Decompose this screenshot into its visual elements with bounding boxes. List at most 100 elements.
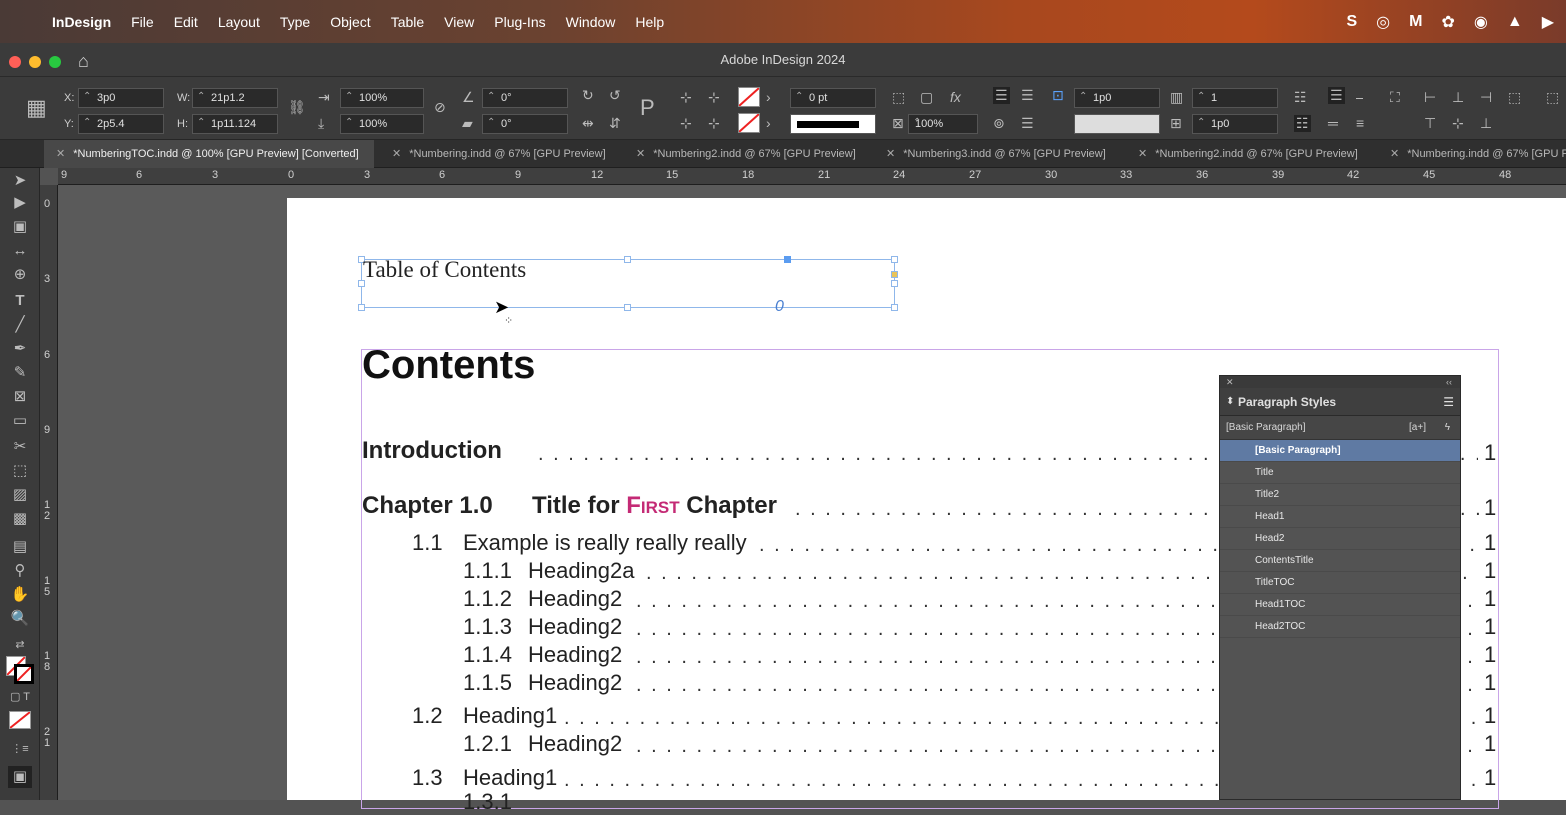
fill-arrow-icon[interactable]: › [766, 89, 771, 105]
page-tool-icon[interactable]: ▣ [8, 216, 32, 238]
justify-text-icon[interactable]: ☰ [1021, 115, 1034, 132]
align-top-icon[interactable]: ☰ [1328, 87, 1345, 104]
m-icon[interactable]: M [1409, 13, 1422, 31]
select-content-icon[interactable]: ⊹ [680, 115, 692, 132]
apply-none-swatch[interactable] [9, 711, 31, 729]
opacity-field[interactable]: 100% [908, 114, 978, 134]
frame-handle[interactable] [891, 280, 898, 287]
style-item[interactable]: Title2 [1220, 484, 1460, 506]
tab-numbering[interactable]: ✕ *Numbering.indd @ 67% [GPU Preview] [380, 140, 620, 168]
list-selected-icon[interactable]: ☷ [1294, 115, 1311, 132]
horizontal-ruler[interactable]: 9 6 3 0 3 6 9 12 15 18 21 24 27 30 33 36… [58, 168, 1566, 185]
direct-selection-tool-icon[interactable]: ▶ [8, 192, 32, 214]
frame-handle[interactable] [891, 256, 898, 263]
constrain-proportions-icon[interactable]: ⛓ [288, 99, 306, 116]
menu-table[interactable]: Table [391, 14, 424, 30]
list-icon[interactable]: ☷ [1294, 89, 1307, 106]
panel-expand-icon[interactable]: ⬍ [1226, 388, 1234, 416]
rotate-ccw-icon[interactable]: ↺ [609, 87, 621, 104]
more-icon[interactable]: ⬚ [1546, 89, 1559, 106]
gradient-swatch-tool-icon[interactable]: ▨ [8, 484, 32, 506]
corner-options-icon[interactable]: ⬚ [892, 89, 905, 106]
tab-numbering2-b[interactable]: ✕ *Numbering2.indd @ 67% [GPU Preview] [1126, 140, 1372, 168]
new-style-group-icon[interactable]: [a+] [1409, 416, 1426, 440]
style-item[interactable]: Head1 [1220, 506, 1460, 528]
screen-mode-icon[interactable]: ⋮≡ [8, 738, 32, 760]
scale-y-field[interactable]: 100% [340, 114, 424, 134]
align-bottom-edges-icon[interactable]: ⊥ [1480, 115, 1492, 132]
menu-object[interactable]: Object [330, 14, 370, 30]
selection-tool-icon[interactable]: ➤ [8, 170, 32, 192]
menu-type[interactable]: Type [280, 14, 310, 30]
play-icon[interactable]: ▶ [1542, 12, 1554, 32]
panel-tab[interactable]: ⬍ Paragraph Styles ☰ [1220, 388, 1460, 416]
close-tab-icon[interactable]: ✕ [886, 148, 895, 160]
tab-numbering2[interactable]: ✕ *Numbering2.indd @ 67% [GPU Preview] [624, 140, 870, 168]
align-bottom-icon[interactable]: ⎯ [1356, 89, 1363, 106]
rectangle-tool-icon[interactable]: ▭ [8, 410, 32, 432]
zoom-window-button[interactable] [49, 56, 61, 68]
collapse-panel-icon[interactable]: ‹‹ [1446, 376, 1452, 388]
text-wrap-icon[interactable]: ⊚ [993, 115, 1005, 132]
reference-point-icon[interactable]: ▦ [26, 95, 47, 121]
close-tab-icon[interactable]: ✕ [636, 148, 645, 160]
align-left-edges-icon[interactable]: ⊢ [1424, 89, 1436, 106]
eyedropper-tool-icon[interactable]: ⚲ [8, 560, 32, 582]
preview-mode-icon[interactable]: ▣ [8, 766, 32, 788]
align-middle-icon[interactable]: ═ [1328, 115, 1338, 131]
hand-tool-icon[interactable]: ✋ [8, 584, 32, 606]
close-tab-icon[interactable]: ✕ [56, 148, 65, 160]
menu-app[interactable]: InDesign [52, 14, 111, 30]
style-item[interactable]: Head2 [1220, 528, 1460, 550]
tab-numbering3[interactable]: ✕ *Numbering3.indd @ 67% [GPU Preview] [874, 140, 1120, 168]
gift-icon[interactable]: ✿ [1441, 12, 1454, 32]
vertical-ruler[interactable]: 0 3 6 9 1 2 1 5 1 8 2 1 [40, 185, 58, 800]
menu-view[interactable]: View [444, 14, 474, 30]
select-all-icon[interactable]: ⛶ [1390, 89, 1400, 106]
warning-icon[interactable]: ▲ [1507, 13, 1523, 31]
flip-vertical-icon[interactable]: ⇵ [609, 115, 621, 132]
style-item[interactable]: Title [1220, 462, 1460, 484]
free-transform-tool-icon[interactable]: ⬚ [8, 460, 32, 482]
pencil-tool-icon[interactable]: ✎ [8, 362, 32, 384]
select-container-icon[interactable]: ⊹ [680, 89, 692, 106]
rotate-field[interactable]: 0° [482, 88, 568, 108]
rectangle-frame-tool-icon[interactable]: ⊠ [8, 386, 32, 408]
style-item[interactable]: ContentsTitle [1220, 550, 1460, 572]
tab-numbering-b[interactable]: ✕ *Numbering.indd @ 67% [GPU P [1378, 140, 1566, 168]
gradient-feather-tool-icon[interactable]: ▩ [8, 508, 32, 530]
close-tab-icon[interactable]: ✕ [1138, 148, 1147, 160]
columns-field[interactable]: 1 [1192, 88, 1278, 108]
align-top-edges-icon[interactable]: ⊤ [1424, 115, 1436, 132]
x-field[interactable]: 3p0 [78, 88, 164, 108]
fill-swatch-none[interactable] [738, 87, 760, 107]
spacing-field[interactable]: 1p0 [1192, 114, 1278, 134]
style-item[interactable]: [Basic Paragraph] [1220, 440, 1460, 462]
w-field[interactable]: 21p1.2 [192, 88, 278, 108]
content-collector-icon[interactable]: ⊕ [8, 264, 32, 286]
align-right-edges-icon[interactable]: ⊣ [1480, 89, 1492, 106]
menu-plugins[interactable]: Plug-Ins [494, 14, 545, 30]
frame-handle[interactable] [358, 304, 365, 311]
toc-title-text[interactable]: Table of Contents [363, 257, 526, 283]
menu-window[interactable]: Window [566, 14, 616, 30]
s-icon[interactable]: S [1347, 13, 1358, 31]
distribute-icon[interactable]: ⬚ [1508, 89, 1521, 106]
align-top-text-icon[interactable]: ☰ [993, 87, 1010, 104]
stroke-swatch-none[interactable] [738, 113, 760, 133]
note-tool-icon[interactable]: ▤ [8, 536, 32, 558]
type-tool-icon[interactable]: T [8, 290, 32, 312]
close-panel-icon[interactable]: ✕ [1226, 377, 1234, 387]
formatting-container-icon[interactable]: ▢ T [8, 686, 32, 708]
style-item[interactable]: Head1TOC [1220, 594, 1460, 616]
frame-handle[interactable] [624, 256, 631, 263]
tab-numberingtoc[interactable]: ✕ *NumberingTOC.indd @ 100% [GPU Preview]… [44, 140, 374, 168]
stroke-weight-field[interactable]: 0 pt [790, 88, 876, 108]
align-h-centers-icon[interactable]: ⊥ [1452, 89, 1464, 106]
select-previous-icon[interactable]: ⊹ [708, 115, 720, 132]
menu-edit[interactable]: Edit [174, 14, 198, 30]
frame-handle[interactable] [891, 304, 898, 311]
drop-shadow-icon[interactable]: ▢ [920, 89, 933, 106]
cc-sync-icon[interactable]: ◉ [1474, 12, 1488, 32]
scale-x-field[interactable]: 100% [340, 88, 424, 108]
